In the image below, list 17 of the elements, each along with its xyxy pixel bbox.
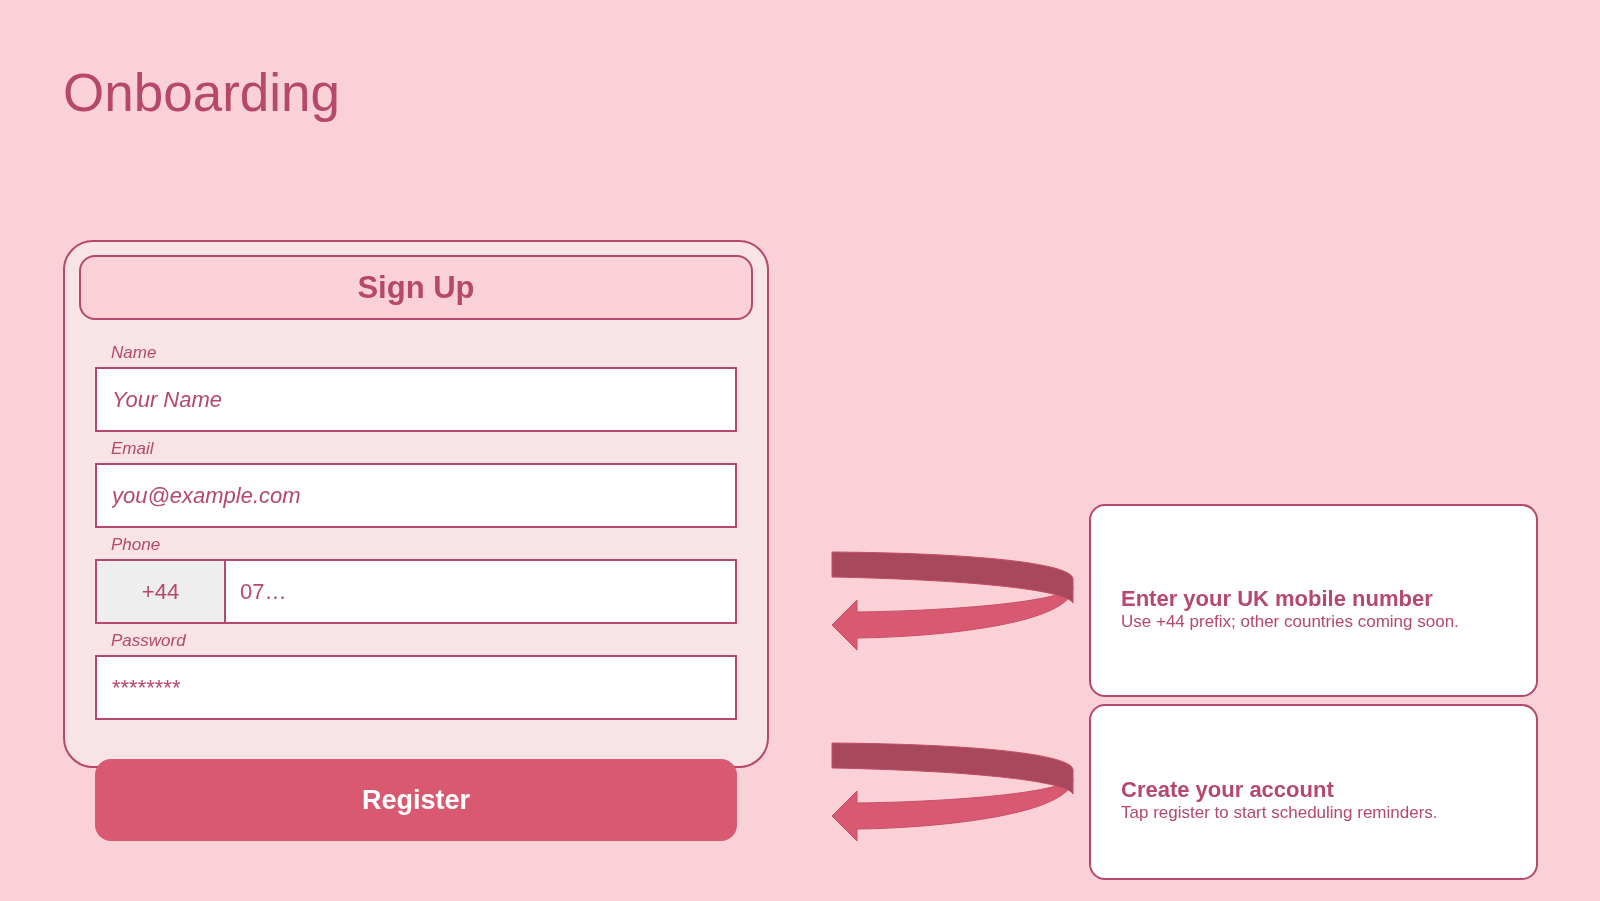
curved-arrow-icon	[832, 550, 1074, 651]
phone-input[interactable]: 07…	[224, 559, 737, 624]
form-title: Sign Up	[79, 255, 753, 320]
password-input[interactable]: ********	[95, 655, 737, 720]
register-button[interactable]: Register	[95, 759, 737, 841]
callout-title: Create your account	[1121, 777, 1334, 803]
field-label: Phone	[111, 535, 161, 555]
callout-text: Tap register to start scheduling reminders.	[1121, 803, 1438, 823]
page-title: Onboarding	[63, 63, 340, 123]
callout-text: Use +44 prefix; other countries coming soon.	[1121, 611, 1459, 632]
field-label: Password	[111, 631, 186, 651]
country-code: +44	[95, 559, 224, 624]
curved-arrow-icon	[832, 742, 1074, 842]
field-label: Email	[111, 439, 154, 459]
text-input[interactable]: Your Name	[95, 367, 737, 432]
callout-title: Enter your UK mobile number	[1121, 585, 1433, 612]
field-label: Name	[111, 343, 157, 363]
